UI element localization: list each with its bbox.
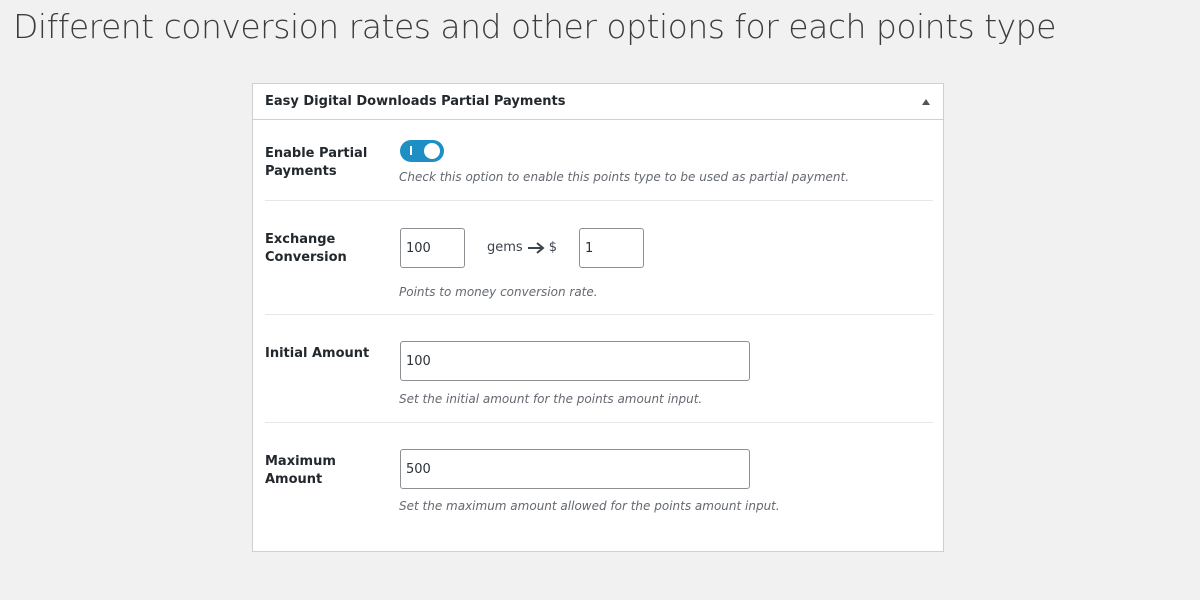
enable-partial-payments-label: Enable Partial Payments [265, 146, 368, 179]
exchange-conversion-label: Exchange Conversion [265, 232, 347, 265]
maximum-amount-label: Maximum Amount [265, 454, 336, 487]
enable-partial-payments-description: Check this option to enable this points … [399, 170, 850, 184]
toggle-on-mark-icon [410, 146, 412, 155]
initial-amount-input[interactable] [400, 341, 750, 381]
panel-title: Easy Digital Downloads Partial Payments [265, 94, 566, 109]
exchange-conversion-row: Exchange Conversion gems $ Points to mon… [265, 201, 933, 315]
initial-amount-description: Set the initial amount for the points am… [399, 392, 703, 406]
collapse-triangle-icon[interactable] [922, 98, 930, 105]
money-amount-input[interactable] [579, 228, 644, 268]
initial-amount-row: Initial Amount Set the initial amount fo… [265, 315, 933, 423]
enable-partial-payments-toggle[interactable] [400, 140, 444, 162]
points-unit-label: gems [487, 240, 523, 255]
enable-partial-payments-row: Enable Partial Payments Check this optio… [265, 120, 933, 201]
conversion-units: gems $ [487, 240, 557, 255]
partial-payments-panel: Easy Digital Downloads Partial Payments … [252, 83, 944, 552]
points-amount-input[interactable] [400, 228, 465, 268]
maximum-amount-description: Set the maximum amount allowed for the p… [399, 499, 780, 513]
toggle-knob [424, 143, 440, 159]
initial-amount-label: Initial Amount [265, 346, 370, 361]
maximum-amount-row: Maximum Amount Set the maximum amount al… [265, 423, 933, 551]
currency-symbol: $ [548, 240, 557, 255]
exchange-conversion-description: Points to money conversion rate. [399, 285, 598, 299]
page-heading: Different conversion rates and other opt… [13, 7, 1056, 46]
maximum-amount-input[interactable] [400, 449, 750, 489]
right-arrow-icon [527, 241, 545, 254]
panel-header[interactable]: Easy Digital Downloads Partial Payments [253, 84, 943, 120]
